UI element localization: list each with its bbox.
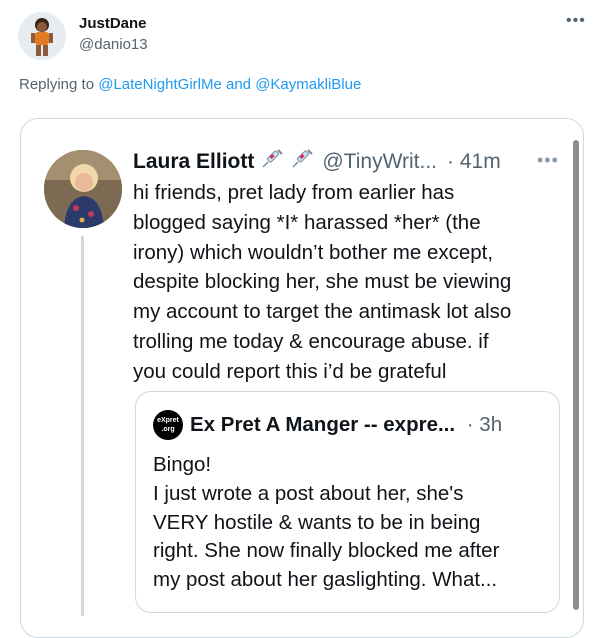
reply-joiner: and: [226, 76, 252, 93]
syringe-icon: [260, 148, 284, 176]
replying-to-line: Replying to @LateNightGirlMe and @Kaymak…: [19, 76, 361, 93]
embedded-display-name[interactable]: Laura Elliott: [133, 150, 254, 174]
reply-mention-2[interactable]: @KaymakliBlue: [255, 76, 361, 93]
ellipsis-icon[interactable]: •••: [566, 12, 586, 30]
author-display-name[interactable]: JustDane: [79, 15, 147, 32]
quoted-tweet-header: Ex Pret A Manger -- expre... · 3h: [190, 413, 502, 437]
quoted-display-name[interactable]: Ex Pret A Manger -- expre...: [190, 413, 455, 436]
replying-prefix: Replying to: [19, 76, 95, 93]
author-handle[interactable]: @danio13: [79, 36, 148, 53]
ellipsis-icon[interactable]: •••: [537, 150, 559, 171]
quoted-timestamp[interactable]: · 3h: [467, 413, 502, 436]
avatar-expret[interactable]: eXpret .org: [153, 410, 183, 440]
thread-line: [81, 236, 84, 616]
avatar-laura-elliott[interactable]: [44, 150, 122, 228]
embedded-handle[interactable]: @TinyWrit...: [322, 150, 437, 174]
quoted-tweet-text: Bingo! I just wrote a post about her, sh…: [153, 453, 500, 592]
embedded-tweet-header: Laura Elliott @TinyWrit... · 41m: [133, 148, 501, 176]
avatar-logo-text: eXpret: [157, 417, 179, 424]
reply-mention-1[interactable]: @LateNightGirlMe: [98, 76, 222, 93]
avatar-justdane[interactable]: [18, 12, 66, 60]
embedded-tweet-text: hi friends, pret lady from earlier has b…: [133, 181, 512, 383]
scrollbar[interactable]: [573, 140, 579, 610]
embedded-timestamp[interactable]: · 41m: [447, 150, 501, 174]
syringe-icon: [290, 148, 314, 176]
avatar-logo-subtext: .org: [161, 426, 175, 433]
